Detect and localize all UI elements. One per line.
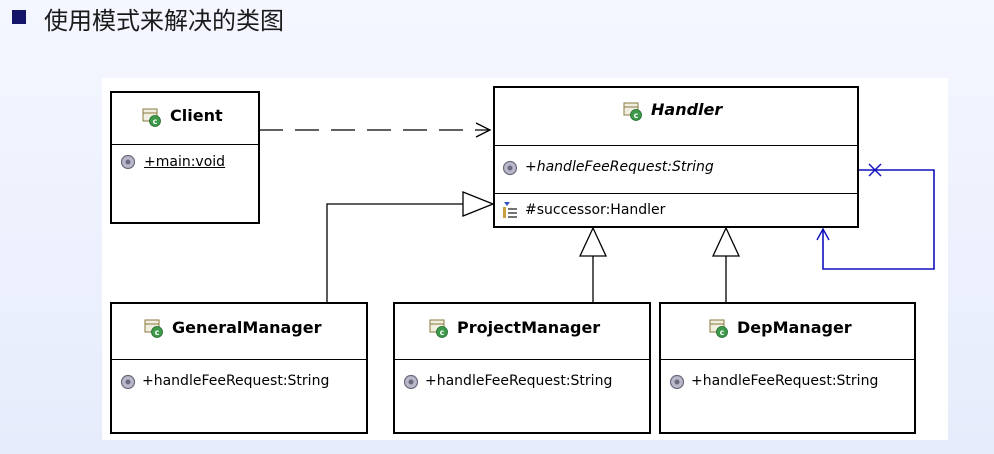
class-methods: +handleFeeRequest:String (112, 360, 366, 432)
method-handle-fee-request: +handleFeeRequest:String (525, 159, 714, 175)
class-handler[interactable]: c Handler +handleFeeRequest:String #succ… (493, 86, 859, 228)
method-icon (120, 374, 136, 390)
method-icon (669, 374, 685, 390)
field-successor: #successor:Handler (525, 202, 666, 218)
protected-field-icon (503, 202, 517, 218)
method-handle-fee-request: +handleFeeRequest:String (425, 373, 613, 389)
class-methods: +handleFeeRequest:String (395, 360, 649, 432)
class-dep-manager[interactable]: c DepManager +handleFeeRequest:String (659, 302, 916, 434)
class-header: c GeneralManager (112, 304, 366, 360)
class-icon: c (709, 319, 728, 338)
class-methods: +handleFeeRequest:String (661, 360, 914, 432)
method-handle-fee-request: +handleFeeRequest:String (691, 373, 879, 389)
dependency-arrow (259, 122, 492, 138)
class-project-manager[interactable]: c ProjectManager +handleFeeRequest:Strin… (393, 302, 651, 434)
generalization-project-manager (578, 226, 608, 302)
class-header: c ProjectManager (395, 304, 649, 360)
class-methods: +main:void (112, 145, 258, 223)
generalization-general-manager (326, 191, 495, 302)
method-icon (120, 154, 136, 170)
svg-text:c: c (634, 111, 639, 120)
svg-text:c: c (153, 117, 158, 126)
svg-text:c: c (440, 328, 445, 337)
svg-text:c: c (720, 328, 725, 337)
class-methods: +handleFeeRequest:String (495, 146, 857, 194)
abstract-class-icon: c (623, 102, 642, 121)
class-name: Handler (651, 100, 723, 119)
class-name: Client (170, 106, 223, 125)
class-fields: #successor:Handler (495, 194, 857, 226)
generalization-dep-manager (711, 226, 741, 302)
svg-text:c: c (155, 328, 160, 337)
class-header: c Client (112, 93, 258, 145)
method-icon (403, 374, 419, 390)
method-icon (502, 160, 518, 176)
class-name: DepManager (737, 318, 852, 337)
method-handle-fee-request: +handleFeeRequest:String (142, 373, 330, 389)
class-name: ProjectManager (457, 318, 601, 337)
class-client[interactable]: c Client +main:void (110, 91, 260, 224)
class-header: c DepManager (661, 304, 914, 360)
class-header: c Handler (495, 88, 857, 146)
class-general-manager[interactable]: c GeneralManager +handleFeeRequest:Strin… (110, 302, 368, 434)
class-icon: c (144, 319, 163, 338)
class-icon: c (142, 108, 161, 127)
class-name: GeneralManager (172, 318, 322, 337)
class-icon: c (429, 319, 448, 338)
method-main: +main:void (144, 154, 226, 170)
